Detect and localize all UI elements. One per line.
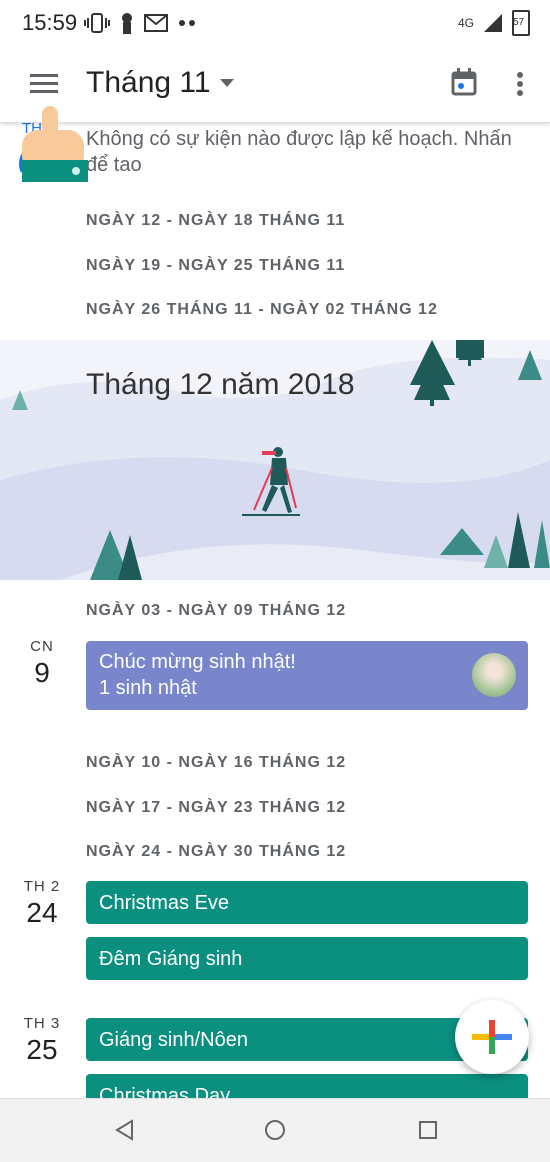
app-bar: Tháng 11 <box>0 48 550 182</box>
day-of-week: TH 3 <box>23 1015 61 1032</box>
avatar <box>472 653 516 697</box>
system-nav-bar <box>0 1098 550 1162</box>
vibrate-icon <box>84 13 110 33</box>
back-icon[interactable] <box>114 1119 134 1141</box>
status-icons-right: 4G 57 <box>458 10 530 36</box>
event-subtitle: 1 sinh nhật <box>99 677 197 699</box>
day-number: 25 <box>26 1034 58 1065</box>
banner-month-title: Tháng 12 năm 2018 <box>86 368 355 401</box>
status-icons-left <box>84 12 196 34</box>
no-events-text: Không có sự kiện nào được lập kế hoạch. … <box>86 126 546 172</box>
no-events-line2: để tạo <box>86 154 142 172</box>
event-title: Giáng sinh/Nôen <box>99 1029 248 1051</box>
battery-level: 57 <box>513 17 525 28</box>
month-banner: Tháng 12 năm 2018 <box>0 340 550 580</box>
network-type: 4G <box>457 16 474 30</box>
month-title: Tháng 11 <box>86 66 211 99</box>
day-label-9: CN 9 <box>14 638 70 689</box>
week-header: NGÀY 03 - NGÀY 09 THÁNG 12 <box>86 602 347 619</box>
birthday-event[interactable]: Chúc mừng sinh nhật! 1 sinh nhật <box>86 641 528 710</box>
week-header: NGÀY 12 - NGÀY 18 THÁNG 11 <box>86 212 346 229</box>
dropdown-arrow-icon <box>219 79 234 87</box>
lock-key-icon <box>122 13 132 34</box>
week-header: NGÀY 26 THÁNG 11 - NGÀY 02 THÁNG 12 <box>86 301 438 318</box>
event-title: Đêm Giáng sinh <box>99 948 243 970</box>
battery-icon: 57 <box>512 10 530 36</box>
more-options-icon[interactable] <box>516 72 524 96</box>
no-events-line1: Không có sự kiện nào được lập kế hoạch. … <box>86 128 512 150</box>
day-number: 24 <box>26 897 58 928</box>
create-event-button[interactable] <box>455 1000 529 1074</box>
holiday-event[interactable]: Đêm Giáng sinh <box>86 937 528 980</box>
gmail-icon <box>144 14 168 32</box>
signal-icon <box>484 14 502 32</box>
month-selector[interactable]: Tháng 11 <box>86 66 235 100</box>
status-time: 15:59 <box>22 10 78 35</box>
event-title: Christmas Eve <box>99 892 230 914</box>
status-bar: 15:59 4G 57 <box>0 0 550 48</box>
more-notifications-icon <box>179 20 195 26</box>
today-calendar-icon[interactable] <box>451 68 477 96</box>
home-icon[interactable] <box>264 1119 286 1141</box>
week-header: NGÀY 19 - NGÀY 25 THÁNG 11 <box>86 257 346 274</box>
plus-icon <box>472 1020 512 1054</box>
day-of-week: CN <box>30 638 54 655</box>
tap-hand-icon <box>22 106 88 182</box>
week-header: NGÀY 17 - NGÀY 23 THÁNG 12 <box>86 799 347 816</box>
day-number: 9 <box>34 657 50 688</box>
recents-icon[interactable] <box>418 1120 438 1140</box>
menu-icon[interactable] <box>30 72 58 94</box>
day-label-24: TH 2 24 <box>14 878 70 929</box>
day-of-week: TH 2 <box>23 878 61 895</box>
holiday-event[interactable]: Christmas Eve <box>86 881 528 924</box>
week-header: NGÀY 10 - NGÀY 16 THÁNG 12 <box>86 754 347 771</box>
day-label-25: TH 3 25 <box>14 1015 70 1066</box>
event-title: Chúc mừng sinh nhật! <box>99 651 296 673</box>
week-header: NGÀY 24 - NGÀY 30 THÁNG 12 <box>86 843 347 860</box>
